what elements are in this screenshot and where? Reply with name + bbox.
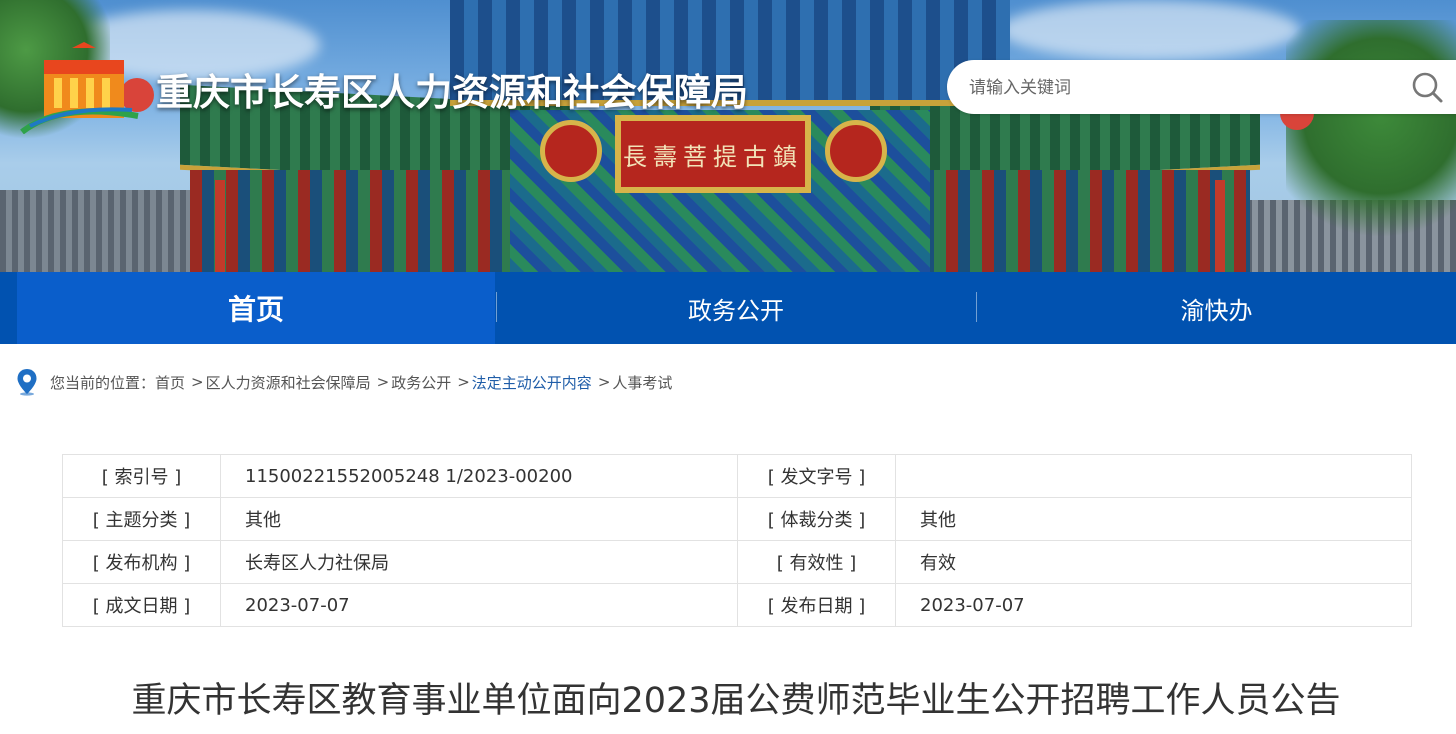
genre-category-value: 其他 <box>895 497 1412 541</box>
nav-item-government-affairs[interactable]: 政务公开 <box>497 272 975 344</box>
medallion <box>540 120 602 182</box>
breadcrumb-statutory-disclosure[interactable]: 法定主动公开内容 <box>472 372 592 393</box>
issuing-agency-value: 长寿区人力社保局 <box>220 540 738 584</box>
nav-item-yukuaiban[interactable]: 渝快办 <box>977 272 1456 344</box>
index-number-value: 11500221552005248 1/2023-00200 <box>220 454 738 498</box>
publish-date-value: 2023-07-07 <box>895 583 1412 627</box>
breadcrumb-separator: > <box>457 373 470 391</box>
breadcrumb-home[interactable]: 首页 <box>155 372 185 393</box>
header-banner: 長壽菩提古鎮 重庆市长寿区人力资源和社会保障局 <box>0 0 1456 272</box>
site-title: 重庆市长寿区人力资源和社会保障局 <box>156 71 748 114</box>
table-row: [ 发布机构 ] 长寿区人力社保局 [ 有效性 ] 有效 <box>62 540 1412 584</box>
table-row: [ 主题分类 ] 其他 [ 体裁分类 ] 其他 <box>62 497 1412 541</box>
location-pin-icon <box>17 369 37 396</box>
table-row: [ 索引号 ] 11500221552005248 1/2023-00200 [… <box>62 454 1412 498</box>
topic-category-label: [ 主题分类 ] <box>62 497 221 541</box>
search-input[interactable] <box>967 70 1391 106</box>
bureau-logo <box>20 42 139 134</box>
search-bar <box>947 60 1456 114</box>
search-icon[interactable] <box>1409 69 1445 105</box>
breadcrumb-government-affairs[interactable]: 政务公开 <box>391 372 451 393</box>
breadcrumb-bureau[interactable]: 区人力资源和社会保障局 <box>206 372 371 393</box>
medallion <box>825 120 887 182</box>
table-row: [ 成文日期 ] 2023-07-07 [ 发布日期 ] 2023-07-07 <box>62 583 1412 627</box>
breadcrumb-prefix: 您当前的位置： <box>50 373 156 392</box>
document-info-table: [ 索引号 ] 11500221552005248 1/2023-00200 [… <box>62 454 1412 627</box>
document-number-value <box>895 454 1412 498</box>
tree <box>1286 20 1456 260</box>
breadcrumb-personnel-exam[interactable]: 人事考试 <box>612 372 672 393</box>
written-date-label: [ 成文日期 ] <box>62 583 221 627</box>
document-number-label: [ 发文字号 ] <box>737 454 896 498</box>
breadcrumb-separator: > <box>191 373 204 391</box>
main-nav: 首页 政务公开 渝快办 <box>0 272 1456 344</box>
validity-label: [ 有效性 ] <box>737 540 896 584</box>
publish-date-label: [ 发布日期 ] <box>737 583 896 627</box>
topic-category-value: 其他 <box>220 497 738 541</box>
breadcrumb-separator: > <box>376 373 390 391</box>
genre-category-label: [ 体裁分类 ] <box>737 497 896 541</box>
breadcrumb-separator: > <box>597 373 611 391</box>
index-number-label: [ 索引号 ] <box>62 454 221 498</box>
written-date-value: 2023-07-07 <box>220 583 738 627</box>
gate-plaque: 長壽菩提古鎮 <box>615 115 811 193</box>
article-title: 重庆市长寿区教育事业单位面向2023届公费师范毕业生公开招聘工作人员公告 <box>131 681 1341 721</box>
nav-item-home[interactable]: 首页 <box>17 272 495 344</box>
validity-value: 有效 <box>895 540 1412 584</box>
issuing-agency-label: [ 发布机构 ] <box>62 540 221 584</box>
archway-gate: 長壽菩提古鎮 <box>150 0 1290 272</box>
breadcrumb: 您当前的位置： 首页 > 区人力资源和社会保障局 > 政务公开 > 法定主动公开… <box>16 366 672 398</box>
